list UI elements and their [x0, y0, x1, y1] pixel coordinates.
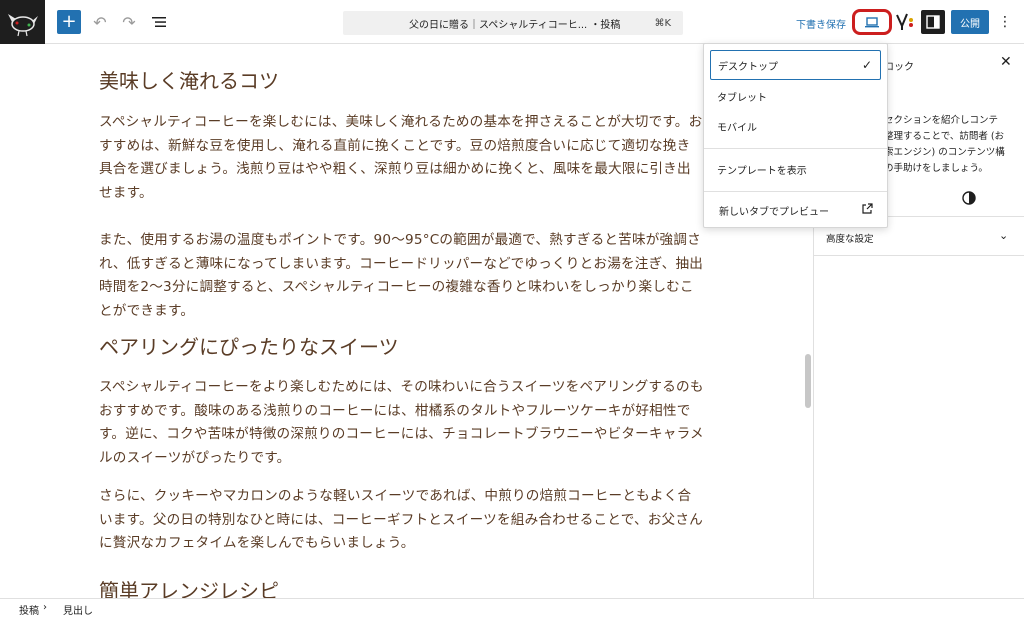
menu-item-label: デスクトップ: [718, 61, 778, 73]
desktop-icon: [865, 16, 879, 27]
menu-item-label: 新しいタブでプレビュー: [719, 206, 829, 218]
settings-sidebar-button[interactable]: [921, 10, 945, 34]
paragraph-4[interactable]: さらに、クッキーやマカロンのような軽いスイーツであれば、中煎りの焙煎コーヒーとも…: [99, 485, 704, 556]
add-block-button[interactable]: +: [57, 10, 81, 34]
document-title: 父の日に贈る｜スペシャルティコーヒ... ・投稿: [409, 19, 621, 31]
preview-menu: デスクトップ ✓ タブレット モバイル テンプレートを表示 新しいタブでプレビュ…: [703, 43, 888, 228]
document-title-bar[interactable]: 父の日に贈る｜スペシャルティコーヒ... ・投稿 ⌘K: [343, 11, 683, 35]
divider: [704, 191, 887, 192]
chevron-down-icon[interactable]: ⌄: [999, 229, 1008, 242]
undo-icon: ↶: [93, 12, 107, 32]
menu-item-preview-new-tab[interactable]: 新しいタブでプレビュー: [710, 195, 881, 225]
heading-arrange-recipes[interactable]: 簡単アレンジレシピ: [99, 575, 279, 598]
check-icon: ✓: [861, 58, 872, 72]
advanced-settings-toggle[interactable]: 高度な設定: [826, 231, 874, 245]
desc-line: の手助けをしましょう。: [884, 163, 988, 174]
sidebar-icon: [926, 15, 940, 29]
chevron-right-icon: ›: [43, 602, 47, 613]
vertical-dots-icon: ⋮: [998, 14, 1012, 30]
heading-pairing[interactable]: ペアリングにぴったりなスイーツ: [99, 331, 399, 360]
editor-header: + ↶ ↷ 父の日に贈る｜スペシャルティコーヒ... ・投稿 ⌘K 下書き保存: [0, 0, 1024, 44]
content-scrollbar[interactable]: [805, 354, 811, 408]
menu-item-mobile[interactable]: モバイル: [710, 111, 881, 141]
plus-icon: +: [61, 11, 77, 32]
editor-canvas: 美味しく淹れるコツ スペシャルティコーヒーを楽しむには、美味しく淹れるための基本…: [0, 45, 813, 598]
menu-item-label: タブレット: [717, 92, 767, 104]
paragraph-1[interactable]: スペシャルティコーヒーを楽しむには、美味しく淹れるための基本を押さえることが大切…: [99, 111, 704, 205]
menu-item-tablet[interactable]: タブレット: [710, 81, 881, 111]
heading-brewing-tips[interactable]: 美味しく淹れるコツ: [99, 65, 279, 94]
menu-item-show-template[interactable]: テンプレートを表示: [710, 154, 881, 184]
desc-line: 整理することで、訪問者 (お: [884, 131, 1005, 142]
redo-icon: ↷: [122, 12, 136, 32]
menu-item-desktop[interactable]: デスクトップ ✓: [710, 50, 881, 80]
desc-line: セクションを紹介しコンテ: [884, 115, 999, 126]
menu-item-label: テンプレートを表示: [717, 165, 807, 177]
bird-logo-icon: [7, 14, 38, 37]
menu-item-label: モバイル: [717, 122, 757, 134]
yoast-icon: [896, 13, 913, 30]
desc-line: 索エンジン) のコンテンツ構: [884, 147, 1005, 158]
block-tab-label[interactable]: ロック: [884, 58, 914, 73]
publish-button[interactable]: 公開: [951, 10, 989, 34]
undo-button[interactable]: ↶: [88, 10, 112, 34]
preview-device-button[interactable]: [852, 9, 892, 35]
divider: [704, 148, 887, 149]
paragraph-2[interactable]: また、使用するお湯の温度もポイントです。90〜95°Cの範囲が最適で、熱すぎると…: [99, 229, 704, 323]
breadcrumb-heading[interactable]: 見出し: [63, 602, 93, 617]
shortcut-hint: ⌘K: [654, 17, 671, 29]
save-draft-button[interactable]: 下書き保存: [796, 16, 846, 31]
paragraph-3[interactable]: スペシャルティコーヒーをより楽しむためには、その味わいに合うスイーツをペアリング…: [99, 376, 704, 470]
redo-button[interactable]: ↷: [117, 10, 141, 34]
breadcrumb-post[interactable]: 投稿: [19, 602, 39, 617]
list-view-button[interactable]: [147, 10, 171, 34]
external-link-icon: [862, 203, 873, 214]
close-icon: ✕: [1000, 54, 1012, 70]
styles-tab-icon[interactable]: [962, 191, 976, 205]
options-button[interactable]: ⋮: [997, 12, 1013, 32]
list-view-icon: [152, 17, 166, 27]
close-sidebar-button[interactable]: ✕: [1000, 54, 1012, 70]
block-description: セクションを紹介しコンテ 整理することで、訪問者 (お 索エンジン) のコンテン…: [884, 113, 1014, 177]
divider: [814, 255, 1024, 256]
block-breadcrumb: 投稿 › 見出し: [0, 598, 1024, 617]
site-logo[interactable]: [0, 0, 45, 44]
yoast-seo-button[interactable]: [896, 12, 914, 32]
